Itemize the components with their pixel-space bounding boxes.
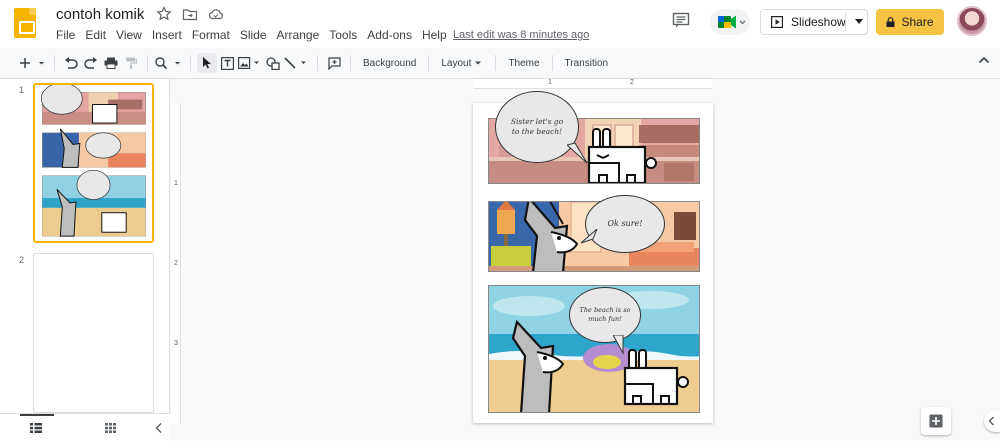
text-box-icon	[220, 56, 234, 70]
slideshow-dropdown-icon[interactable]	[855, 19, 863, 24]
insert-image-button[interactable]	[237, 53, 263, 73]
slideshow-label: Slideshow	[791, 15, 846, 29]
print-button[interactable]	[101, 53, 121, 73]
explore-icon	[929, 414, 943, 428]
cursor-icon	[203, 57, 211, 69]
toolbar: Background Layout Theme Transition	[18, 52, 998, 74]
account-avatar[interactable]	[957, 6, 987, 36]
cloud-saved-icon[interactable]	[208, 6, 224, 22]
select-tool-button[interactable]	[197, 53, 217, 73]
menu-addons[interactable]: Add-ons	[367, 28, 412, 42]
menu-arrange[interactable]: Arrange	[277, 28, 320, 42]
redo-button[interactable]	[81, 53, 101, 73]
paint-format-icon	[126, 57, 137, 69]
text-box-button[interactable]	[217, 53, 237, 73]
background-button[interactable]: Background	[357, 53, 422, 73]
speech-text-3: The beach is so much fun!	[579, 306, 631, 323]
layout-label: Layout	[441, 57, 472, 69]
slide-thumbnail-2[interactable]	[33, 253, 154, 413]
ruler-mark: 2	[630, 79, 634, 86]
slides-logo-icon[interactable]	[14, 8, 36, 38]
speech-tail-3	[613, 335, 624, 355]
speech-text-2: Ok sure!	[607, 218, 643, 228]
slide-number: 2	[19, 255, 25, 265]
shape-icon	[266, 56, 280, 70]
image-icon	[238, 57, 259, 69]
speech-bubble-3[interactable]: The beach is so much fun!	[569, 287, 641, 343]
speech-tail-2	[581, 229, 598, 244]
slide-number: 1	[19, 85, 25, 95]
menu-edit[interactable]: Edit	[85, 28, 106, 42]
layout-button[interactable]: Layout	[435, 53, 489, 73]
filmstrip-footer	[0, 413, 170, 441]
star-icon[interactable]	[156, 6, 172, 22]
top-bar: contoh komik File Edit View Insert Forma…	[0, 0, 1000, 48]
present-icon	[771, 16, 783, 28]
slide-thumbnail-1[interactable]	[33, 83, 154, 243]
layout-dropdown-icon	[475, 61, 482, 65]
theme-button[interactable]: Theme	[502, 53, 545, 73]
menu-view[interactable]: View	[116, 28, 142, 42]
current-slide[interactable]: Sister let's go to the beach! Ok sure! T…	[473, 91, 713, 423]
undo-button[interactable]	[61, 53, 81, 73]
explore-button[interactable]	[921, 407, 951, 435]
share-button[interactable]: Share	[876, 9, 944, 35]
slideshow-button[interactable]: Slideshow	[760, 9, 868, 35]
speech-text-1: Sister let's go to the beach!	[510, 116, 564, 136]
slide-thumbnail-preview	[40, 85, 146, 237]
meet-icon	[718, 15, 746, 29]
new-slide-button[interactable]	[18, 53, 48, 73]
menu-help[interactable]: Help	[422, 28, 447, 42]
plus-icon	[20, 58, 44, 68]
filmstrip-view-icon[interactable]	[30, 423, 42, 433]
menu-tools[interactable]: Tools	[329, 28, 357, 42]
comment-history-icon[interactable]	[672, 12, 690, 28]
vertical-ruler[interactable]: 1 2 3	[171, 103, 181, 423]
horizontal-ruler[interactable]: 1 2	[474, 79, 712, 89]
last-edit-link[interactable]: Last edit was 8 minutes ago	[453, 29, 589, 41]
redo-icon	[84, 57, 97, 69]
move-folder-icon[interactable]	[182, 6, 198, 22]
line-button[interactable]	[283, 53, 311, 73]
speech-tail-1	[567, 143, 588, 164]
paint-format-button[interactable]	[121, 53, 141, 73]
share-label: Share	[901, 15, 934, 29]
line-icon	[284, 57, 306, 69]
ruler-mark: 1	[174, 180, 178, 187]
lock-icon	[886, 17, 895, 27]
title-icons	[156, 6, 224, 22]
menu-slide[interactable]: Slide	[240, 28, 267, 42]
undo-icon	[65, 57, 78, 69]
zoom-button[interactable]	[154, 53, 184, 73]
transition-button[interactable]: Transition	[559, 53, 615, 73]
ruler-mark: 2	[174, 260, 178, 267]
side-panel-toggle[interactable]	[984, 410, 1000, 432]
ruler-mark: 3	[174, 340, 178, 347]
menu-insert[interactable]: Insert	[152, 28, 182, 42]
zoom-icon	[155, 57, 180, 69]
grid-view-icon[interactable]	[105, 423, 116, 433]
comment-button[interactable]	[324, 53, 344, 73]
menu-file[interactable]: File	[56, 28, 75, 42]
document-title[interactable]: contoh komik	[56, 6, 144, 23]
shape-button[interactable]	[263, 53, 283, 73]
add-comment-icon	[327, 56, 341, 70]
menu-bar: File Edit View Insert Format Slide Arran…	[56, 28, 457, 42]
meet-button[interactable]	[710, 9, 750, 35]
collapse-menus-icon[interactable]	[978, 56, 990, 64]
chevron-left-icon[interactable]	[155, 422, 163, 434]
chevron-left-icon	[988, 416, 995, 426]
ruler-mark: 1	[548, 79, 552, 86]
menu-format[interactable]: Format	[192, 28, 230, 42]
print-icon	[104, 57, 118, 69]
